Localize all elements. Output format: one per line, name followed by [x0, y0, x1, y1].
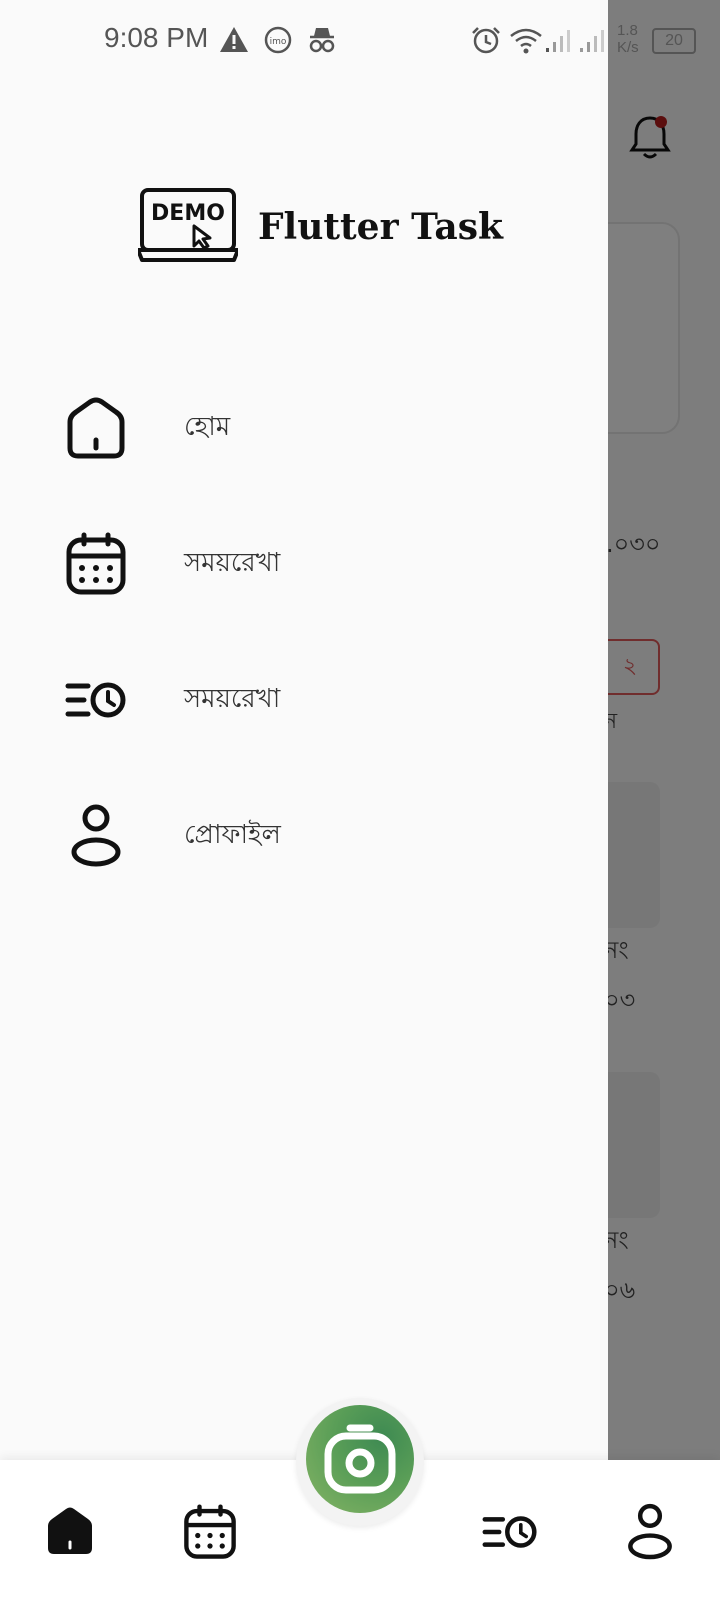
- logo-text: DEMO: [151, 201, 225, 226]
- profile-icon: [60, 800, 132, 872]
- calendar-icon: [60, 528, 132, 600]
- camera-fab-button[interactable]: [306, 1405, 414, 1513]
- incognito-icon: [309, 28, 335, 53]
- drawer-item-label: সময়রেখা: [184, 684, 281, 714]
- nav-calendar-button[interactable]: [178, 1500, 242, 1564]
- home-icon: [48, 1507, 92, 1554]
- drawer-item-label: সময়রেখা: [184, 548, 281, 578]
- calendar-icon: [184, 1504, 236, 1559]
- signal-icon: [580, 30, 604, 52]
- profile-icon: [628, 1503, 672, 1560]
- wifi-icon: [510, 28, 542, 54]
- status-time: 9:08 PM: [104, 22, 209, 53]
- drawer-item-label: হোম: [184, 412, 231, 442]
- svg-text:imo: imo: [270, 37, 287, 47]
- navigation-drawer: DEMO Flutter Task হোম সময়রেখা সময়রেখা …: [0, 0, 608, 1460]
- signal-icon: [546, 30, 570, 52]
- timeline-clock-icon: [482, 1516, 537, 1548]
- nav-home-button[interactable]: [38, 1500, 102, 1564]
- camera-icon: [324, 1424, 396, 1494]
- status-bar: 9:08 PM imo 1.8 K/s 20: [0, 0, 720, 80]
- battery-indicator: 20: [652, 28, 696, 54]
- drawer-item-timeline[interactable]: সময়রেখা: [60, 524, 560, 604]
- drawer-item-label: প্রোফাইল: [184, 820, 281, 850]
- nav-profile-button[interactable]: [618, 1500, 682, 1564]
- home-icon: [60, 392, 132, 464]
- app-title: Flutter Task: [258, 206, 503, 248]
- network-speed: 1.8 K/s: [617, 22, 639, 56]
- alarm-icon: [472, 27, 500, 54]
- network-speed-unit: K/s: [617, 39, 639, 56]
- drawer-item-profile[interactable]: প্রোফাইল: [60, 796, 560, 876]
- brand-header: DEMO Flutter Task: [138, 188, 503, 266]
- warning-icon: [220, 27, 248, 52]
- demo-laptop-logo: DEMO: [138, 188, 238, 262]
- imo-icon: imo: [264, 26, 292, 54]
- nav-timeline-button[interactable]: [478, 1500, 542, 1564]
- drawer-item-home[interactable]: হোম: [60, 388, 560, 468]
- network-speed-value: 1.8: [617, 22, 638, 39]
- timeline-clock-icon: [60, 664, 132, 736]
- drawer-item-timeline-history[interactable]: সময়রেখা: [60, 660, 560, 740]
